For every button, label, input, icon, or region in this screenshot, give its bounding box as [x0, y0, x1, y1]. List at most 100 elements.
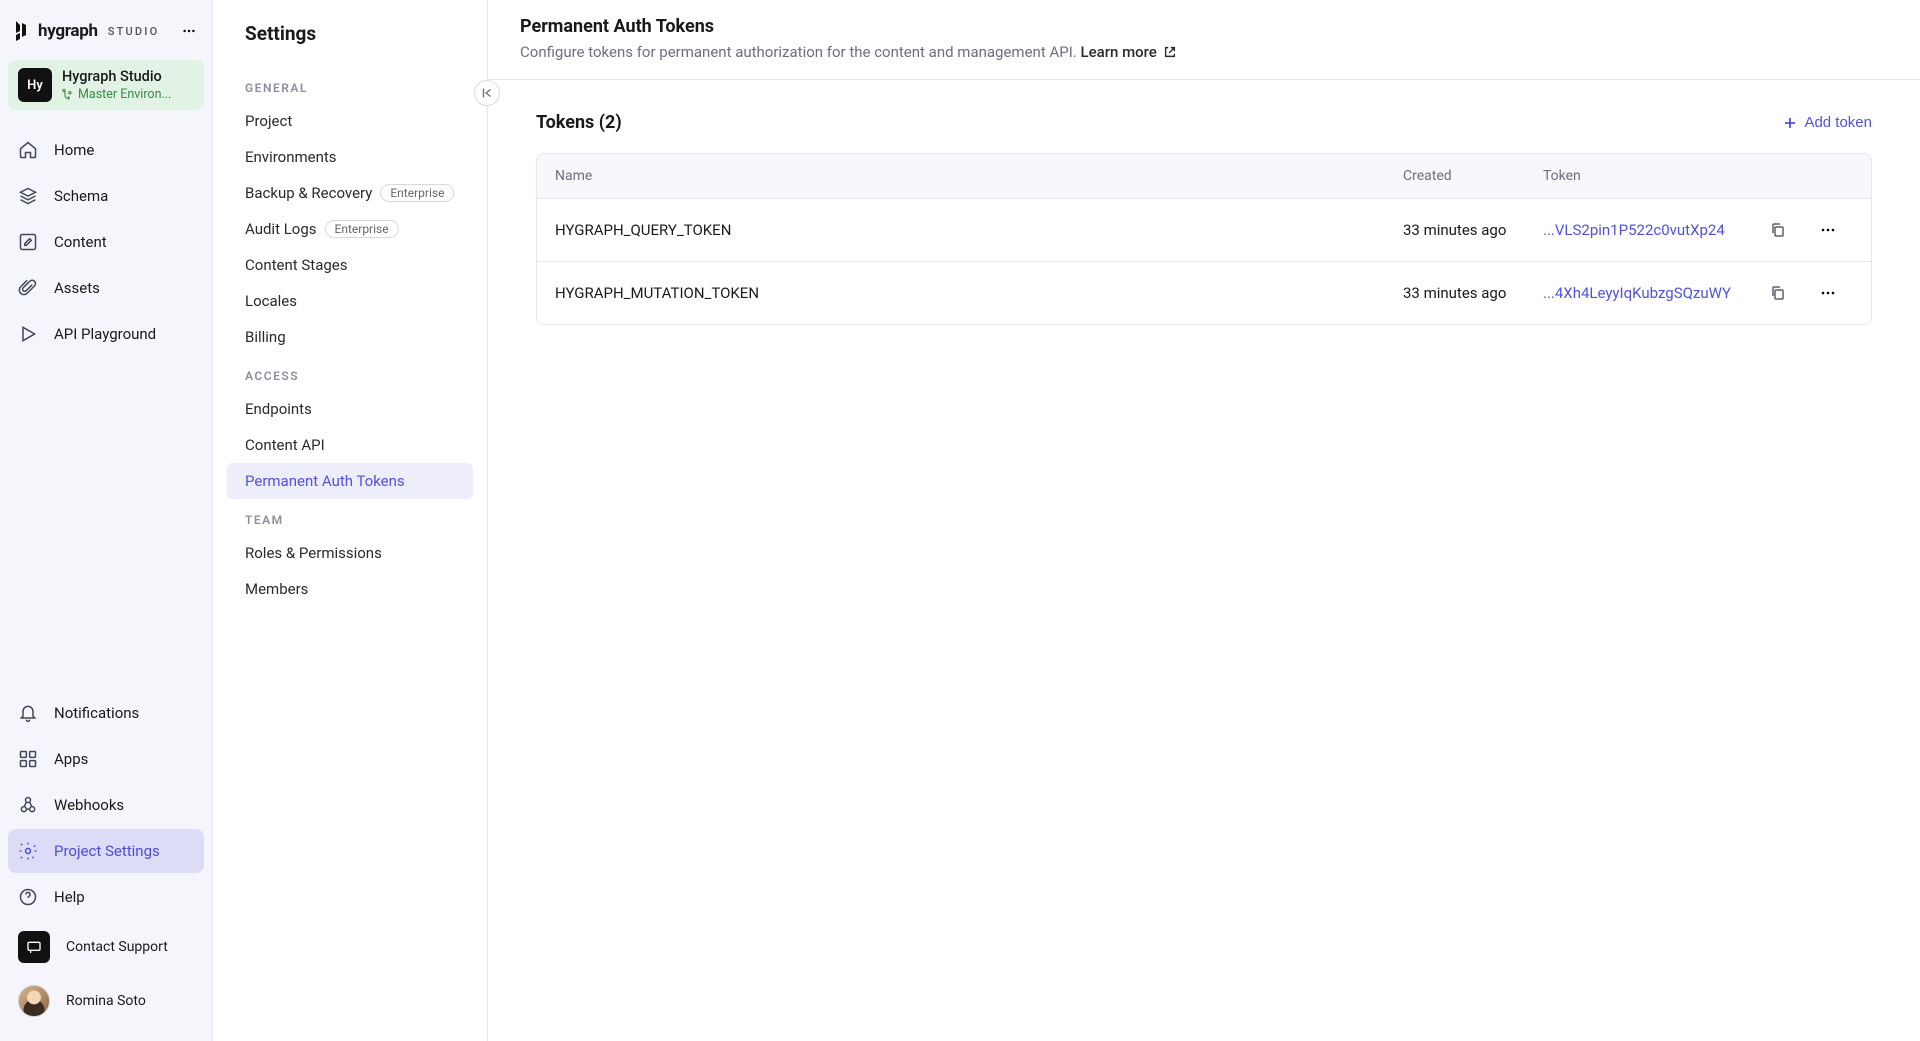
bell-icon [18, 703, 38, 723]
page-title: Permanent Auth Tokens [520, 16, 1888, 37]
workspace-menu-button[interactable] [178, 20, 200, 42]
user-menu[interactable]: Romina Soto [8, 975, 204, 1027]
primary-sidebar: hygraph STUDIO Hy Hygraph Studio Master … [0, 0, 213, 1041]
nav-label: Assets [54, 279, 100, 297]
settings-sidebar: Settings GENERAL Project Environments Ba… [213, 0, 488, 1041]
nav-label: Webhooks [54, 796, 124, 814]
settings-group-label: ACCESS [227, 355, 473, 391]
token-name: HYGRAPH_QUERY_TOKEN [555, 221, 1403, 239]
settings-members[interactable]: Members [227, 571, 473, 607]
nav-apps[interactable]: Apps [8, 737, 204, 781]
nav-label: Project Settings [54, 842, 160, 860]
settings-locales[interactable]: Locales [227, 283, 473, 319]
nav-project-settings[interactable]: Project Settings [8, 829, 204, 873]
branch-icon [62, 89, 74, 101]
nav-api-playground[interactable]: API Playground [8, 312, 204, 356]
settings-group-access: ACCESS Endpoints Content API Permanent A… [227, 355, 473, 499]
project-switcher[interactable]: Hy Hygraph Studio Master Environ... [8, 60, 204, 110]
nav-label: Apps [54, 750, 88, 768]
logo-row: hygraph STUDIO [8, 14, 204, 56]
project-info: Hygraph Studio Master Environ... [62, 68, 171, 102]
chat-icon [18, 931, 50, 963]
nav-assets[interactable]: Assets [8, 266, 204, 310]
nav-label: Home [54, 141, 94, 159]
table-row[interactable]: HYGRAPH_MUTATION_TOKEN 33 minutes ago ..… [537, 262, 1871, 324]
settings-permanent-auth-tokens[interactable]: Permanent Auth Tokens [227, 463, 473, 499]
main-content: Permanent Auth Tokens Configure tokens f… [488, 0, 1920, 1041]
nav-label: Schema [54, 187, 108, 205]
contact-support-label: Contact Support [66, 939, 168, 955]
gear-icon [18, 841, 38, 861]
project-avatar: Hy [18, 68, 52, 102]
settings-content-stages[interactable]: Content Stages [227, 247, 473, 283]
page-description: Configure tokens for permanent authoriza… [520, 43, 1888, 61]
nav-help[interactable]: Help [8, 875, 204, 919]
tokens-heading-row: Tokens (2) Add token [536, 112, 1872, 133]
more-horizontal-icon [1820, 285, 1836, 301]
nav-content[interactable]: Content [8, 220, 204, 264]
settings-backup-recovery[interactable]: Backup & Recovery Enterprise [227, 175, 473, 211]
user-name: Romina Soto [66, 993, 146, 1009]
column-token: Token [1543, 168, 1753, 184]
nav-webhooks[interactable]: Webhooks [8, 783, 204, 827]
hygraph-logo-icon [12, 20, 30, 42]
settings-group-team: TEAM Roles & Permissions Members [227, 499, 473, 607]
logo-studio: STUDIO [108, 25, 160, 38]
webhook-icon [18, 795, 38, 815]
token-name: HYGRAPH_MUTATION_TOKEN [555, 284, 1403, 302]
settings-roles-permissions[interactable]: Roles & Permissions [227, 535, 473, 571]
nav-home[interactable]: Home [8, 128, 204, 172]
settings-billing[interactable]: Billing [227, 319, 473, 355]
main-body: Tokens (2) Add token Name Created Token … [488, 80, 1920, 357]
nav-label: API Playground [54, 325, 156, 343]
page-header: Permanent Auth Tokens Configure tokens f… [488, 0, 1920, 80]
tokens-table: Name Created Token HYGRAPH_QUERY_TOKEN 3… [536, 153, 1872, 325]
nav-schema[interactable]: Schema [8, 174, 204, 218]
tokens-heading: Tokens (2) [536, 112, 622, 133]
tokens-table-header: Name Created Token [537, 154, 1871, 199]
table-row[interactable]: HYGRAPH_QUERY_TOKEN 33 minutes ago ...VL… [537, 199, 1871, 262]
nav-label: Content [54, 233, 107, 251]
contact-support[interactable]: Contact Support [8, 921, 204, 973]
column-name: Name [555, 168, 1403, 184]
token-preview: ...4Xh4LeyyIqKubzgSQzuWY [1543, 284, 1753, 302]
settings-project[interactable]: Project [227, 103, 473, 139]
external-link-icon [1163, 45, 1177, 59]
token-created: 33 minutes ago [1403, 221, 1543, 239]
home-icon [18, 140, 38, 160]
copy-token-button[interactable] [1753, 222, 1803, 238]
nav-label: Help [54, 888, 85, 906]
primary-nav-top: Home Schema Content Assets API Playgroun… [8, 128, 204, 356]
row-actions-button[interactable] [1803, 222, 1853, 238]
copy-token-button[interactable] [1753, 285, 1803, 301]
settings-title: Settings [227, 20, 473, 67]
layers-icon [18, 186, 38, 206]
settings-audit-logs[interactable]: Audit Logs Enterprise [227, 211, 473, 247]
more-horizontal-icon [1820, 222, 1836, 238]
enterprise-badge: Enterprise [380, 184, 454, 202]
token-preview: ...VLS2pin1P522c0vutXp24 [1543, 221, 1753, 239]
grid-icon [18, 749, 38, 769]
copy-icon [1770, 222, 1786, 238]
play-icon [18, 324, 38, 344]
help-icon [18, 887, 38, 907]
project-name: Hygraph Studio [62, 68, 171, 85]
settings-group-general: GENERAL Project Environments Backup & Re… [227, 67, 473, 355]
column-created: Created [1403, 168, 1543, 184]
plus-icon [1782, 115, 1798, 131]
token-created: 33 minutes ago [1403, 284, 1543, 302]
nav-notifications[interactable]: Notifications [8, 691, 204, 735]
learn-more-link[interactable]: Learn more [1080, 43, 1176, 61]
collapse-sidebar-button[interactable] [474, 80, 500, 106]
settings-group-label: GENERAL [227, 67, 473, 103]
settings-endpoints[interactable]: Endpoints [227, 391, 473, 427]
settings-environments[interactable]: Environments [227, 139, 473, 175]
settings-content-api[interactable]: Content API [227, 427, 473, 463]
row-actions-button[interactable] [1803, 285, 1853, 301]
user-avatar [18, 985, 50, 1017]
settings-group-label: TEAM [227, 499, 473, 535]
project-env: Master Environ... [62, 87, 171, 102]
edit-icon [18, 232, 38, 252]
logo-word: hygraph [38, 21, 98, 41]
add-token-button[interactable]: Add token [1782, 114, 1872, 131]
